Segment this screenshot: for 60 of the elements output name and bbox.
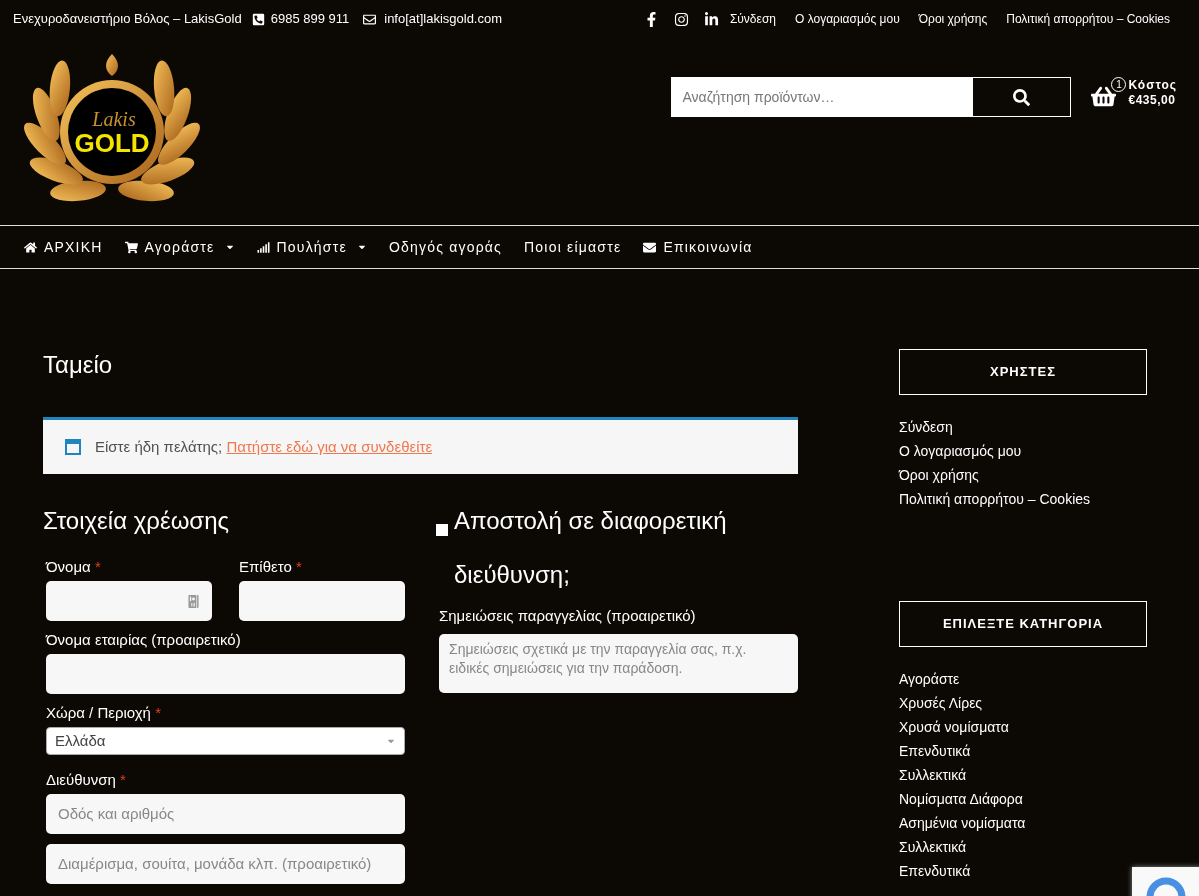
sidebar-link[interactable]: Επενδυτικά bbox=[899, 739, 971, 763]
field-label: Επίθετο * bbox=[239, 558, 303, 576]
cart-label: Κόστος bbox=[1128, 78, 1177, 93]
sidebar-link[interactable]: Όροι χρήσης bbox=[899, 463, 979, 487]
nav-item[interactable]: Οδηγός αγοράς bbox=[388, 236, 503, 258]
shipping-checkbox-label[interactable]: Αποστολή σε διαφορετική διεύθυνση; bbox=[454, 494, 798, 602]
logo-drawing[interactable]: Lakis GOLD bbox=[12, 52, 212, 212]
search-icon bbox=[1013, 88, 1031, 106]
sidebar-link[interactable]: Χρυσές Λίρες bbox=[899, 691, 983, 715]
top-link[interactable]: Όροι χρήσης bbox=[918, 10, 988, 28]
top-link[interactable]: Ο λογαριασμός μου bbox=[795, 10, 900, 28]
country-select[interactable]: Ελλάδα bbox=[46, 727, 405, 755]
sidebar-link[interactable]: Αγοράστε bbox=[899, 667, 960, 691]
sidebar-link[interactable]: Επενδυτικά bbox=[899, 859, 971, 883]
input-field[interactable] bbox=[46, 581, 212, 621]
search-button[interactable] bbox=[972, 77, 1072, 117]
nav-item[interactable]: ΑΡΧΙΚΗ bbox=[24, 236, 103, 258]
field-label: Χώρα / Περιοχή * bbox=[46, 704, 162, 722]
top-link[interactable]: Πολιτική απορρήτου – Cookies bbox=[1006, 10, 1170, 28]
field-label: Διεύθυνση * bbox=[46, 771, 127, 789]
envelope-icon bbox=[643, 240, 657, 254]
basket-icon[interactable] bbox=[1091, 84, 1117, 109]
input-field[interactable] bbox=[239, 581, 405, 621]
nav-item[interactable]: Επικοινωνία bbox=[643, 236, 753, 258]
nav-item[interactable]: Ποιοι είμαστε bbox=[524, 236, 622, 258]
page-title: Ταμείο bbox=[43, 350, 114, 380]
nav-item[interactable]: Αγοράστε bbox=[124, 236, 235, 258]
top-link[interactable]: Σύνδεση bbox=[729, 10, 776, 28]
sidebar-link[interactable]: Ο λογαριασμός μου bbox=[899, 439, 1022, 463]
site-name: Ενεχυροδανειστήριο Βόλος – LakisGold bbox=[13, 10, 242, 29]
notice-text: Είστε ήδη πελάτης; Πατήστε εδώ για να συνδεθείτε bbox=[95, 436, 433, 457]
email-address: info[at]lakisgold.com bbox=[384, 10, 503, 29]
search-field[interactable]: Αναζήτηση προϊόντων… bbox=[671, 77, 973, 117]
phone-icon bbox=[251, 12, 265, 26]
widget-title: ΧΡΗΣΤΕΣ bbox=[899, 349, 1147, 395]
widget-title: ΕΠΙΛΕΞΤΕ ΚΑΤΗΓΟΡΙΑ bbox=[899, 601, 1147, 647]
sidebar-link[interactable]: Συλλεκτικά bbox=[899, 763, 967, 787]
sidebar-link[interactable]: Πολιτική απορρήτου – Cookies bbox=[899, 487, 1091, 511]
bar-chart-icon bbox=[256, 240, 270, 254]
envelope-icon bbox=[363, 12, 377, 26]
cart-total: €435,00 bbox=[1128, 93, 1177, 108]
sidebar-link[interactable]: Χρυσά νομίσματα bbox=[899, 715, 1009, 739]
billing-heading: Στοιχεία χρέωσης bbox=[43, 506, 231, 536]
home-icon bbox=[24, 240, 37, 254]
input-field[interactable] bbox=[46, 654, 405, 694]
nav-item[interactable]: Πουλήστε bbox=[256, 236, 367, 258]
sidebar-link[interactable]: Συλλεκτικά bbox=[899, 835, 967, 859]
window-icon bbox=[65, 439, 81, 455]
field-label: Όνομα * bbox=[46, 558, 102, 576]
sidebar-link[interactable]: Νομίσματα Διάφορα bbox=[899, 787, 1023, 811]
sidebar-link[interactable]: Σύνδεση bbox=[899, 415, 953, 439]
linkedin-icon[interactable] bbox=[703, 11, 719, 27]
sidebar-link[interactable]: Ασημένια νομίσματα bbox=[899, 811, 1026, 835]
cart-icon bbox=[124, 240, 138, 254]
contact-card-icon bbox=[187, 594, 200, 608]
instagram-icon[interactable] bbox=[673, 11, 689, 27]
phone-number: 6985 899 911 bbox=[270, 10, 350, 29]
field-label: Όνομα εταιρίας (προαιρετικό) bbox=[46, 631, 242, 649]
notes-label: Σημειώσεις παραγγελίας (προαιρετικό) bbox=[439, 606, 697, 626]
checkbox[interactable] bbox=[436, 524, 448, 536]
